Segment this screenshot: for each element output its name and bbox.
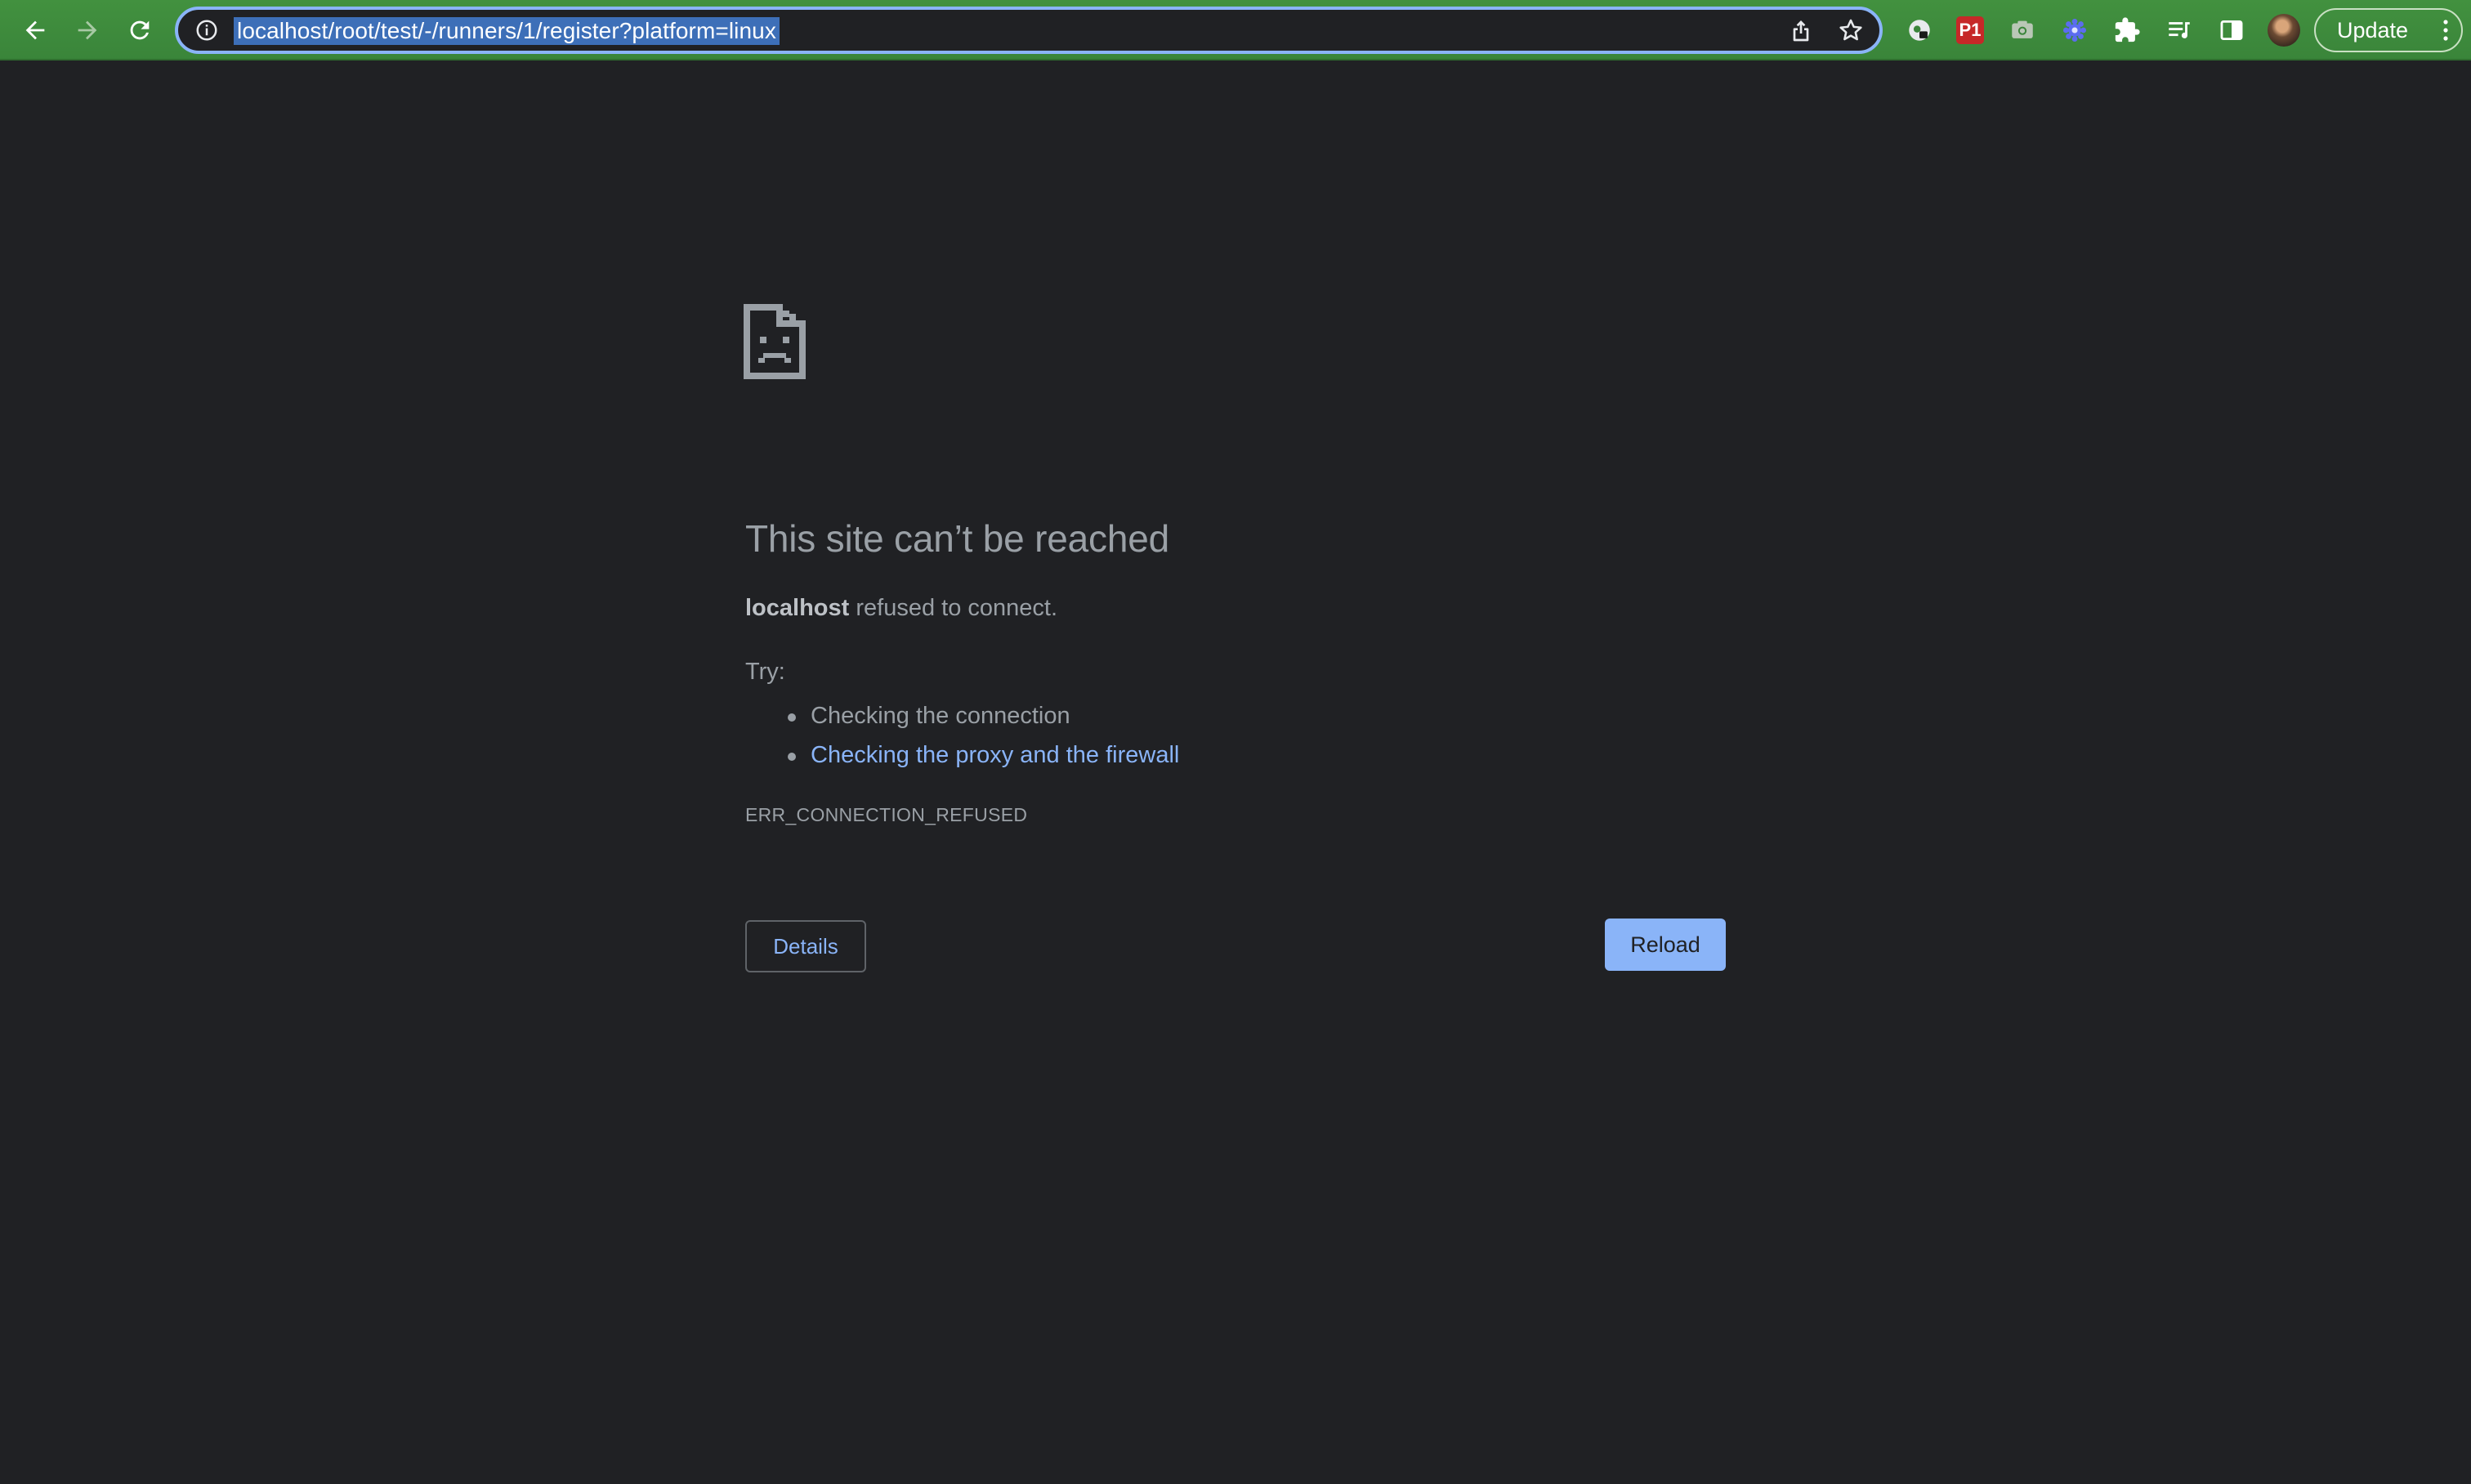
side-panel-icon[interactable] bbox=[2214, 13, 2249, 47]
back-button[interactable] bbox=[15, 10, 56, 51]
gear-flower-icon[interactable] bbox=[2058, 13, 2092, 47]
error-summary-text: refused to connect. bbox=[849, 595, 1058, 621]
bookmark-star-icon[interactable] bbox=[1837, 16, 1865, 44]
suggestion-check-connection: Checking the connection bbox=[811, 703, 1070, 729]
error-summary: localhost refused to connect. bbox=[745, 595, 1057, 622]
suggestion-item: Checking the proxy and the firewall bbox=[745, 735, 1179, 775]
profile-avatar-image bbox=[2268, 14, 2300, 47]
puzzle-icon[interactable] bbox=[2110, 13, 2144, 47]
reload-button[interactable]: Reload bbox=[1605, 919, 1726, 971]
address-bar[interactable]: localhost/root/test/-/runners/1/register… bbox=[175, 7, 1883, 54]
kebab-menu-icon bbox=[2443, 20, 2448, 41]
error-host: localhost bbox=[745, 595, 850, 621]
refresh-icon bbox=[130, 20, 150, 40]
p1-extension-icon[interactable]: P1 bbox=[1953, 13, 1987, 47]
password-manager-icon[interactable] bbox=[1902, 13, 1937, 47]
share-icon[interactable] bbox=[1788, 17, 1814, 43]
update-button-label: Update bbox=[2337, 18, 2409, 42]
back-arrow-icon bbox=[25, 20, 45, 40]
browser-toolbar: localhost/root/test/-/runners/1/register… bbox=[0, 0, 2471, 60]
suggestion-item: Checking the connection bbox=[745, 696, 1179, 735]
forward-button[interactable] bbox=[67, 10, 108, 51]
error-page: This site can’t be reached localhost ref… bbox=[0, 62, 2471, 1484]
error-code: ERR_CONNECTION_REFUSED bbox=[745, 804, 1028, 825]
url-text[interactable]: localhost/root/test/-/runners/1/register… bbox=[234, 17, 780, 45]
page-title: This site can’t be reached bbox=[745, 517, 1169, 560]
update-button[interactable]: Update bbox=[2314, 8, 2463, 52]
avatar[interactable] bbox=[2267, 13, 2301, 47]
details-button[interactable]: Details bbox=[745, 920, 866, 972]
sad-document-icon bbox=[744, 304, 806, 379]
camera-icon[interactable] bbox=[2005, 13, 2040, 47]
reload-page-button[interactable] bbox=[119, 10, 160, 51]
suggestion-proxy-firewall-link[interactable]: Checking the proxy and the firewall bbox=[811, 742, 1179, 768]
reading-list-icon[interactable] bbox=[2162, 13, 2196, 47]
p1-extension-label: P1 bbox=[1956, 16, 1984, 44]
suggestion-list: Checking the connection Checking the pro… bbox=[745, 696, 1179, 775]
forward-arrow-icon bbox=[78, 20, 97, 40]
site-info-icon[interactable] bbox=[194, 18, 219, 42]
try-label: Try: bbox=[745, 659, 785, 685]
